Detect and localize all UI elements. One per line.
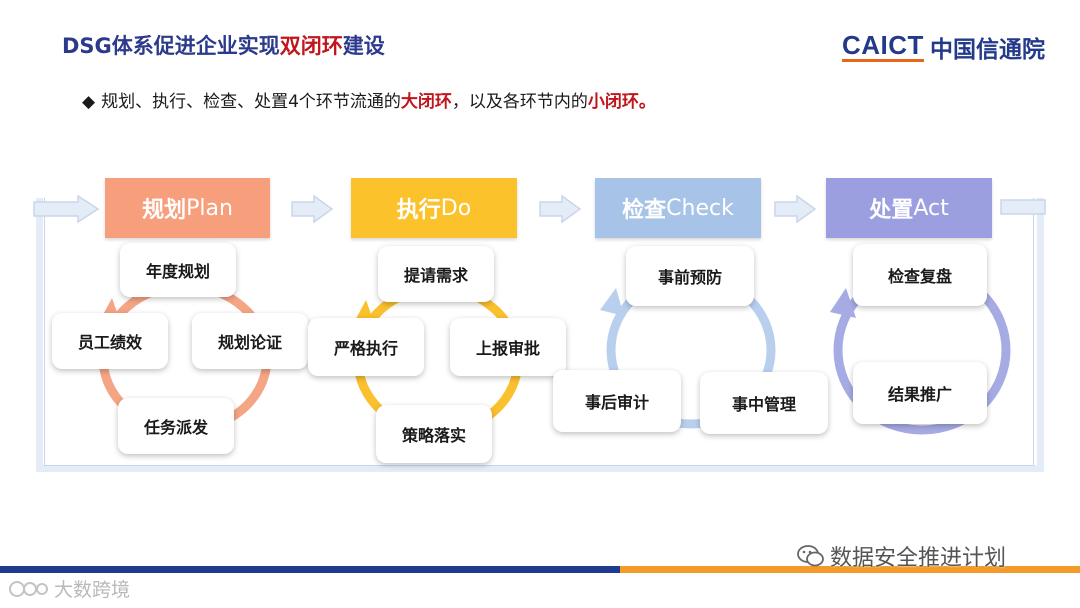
phase-plan-header: 规划 Plan [105,178,270,238]
bullet-text-2: ，以及各环节内的 [451,92,588,112]
plan-step-employee-performance: 员工绩效 [52,313,168,369]
check-step-post-audit: 事后审计 [553,370,681,432]
bullet-highlight-1: 大闭环 [400,92,452,112]
check-step-in-process-management: 事中管理 [700,372,828,434]
phase-act-header: 处置 Act [826,178,992,238]
wechat-icon [797,545,824,567]
do-step-submit-request: 提请需求 [378,246,494,302]
arrow-check-to-act-icon [774,194,817,224]
phase-check-header: 检查 Check [595,178,761,238]
phase-act-en: Act [913,195,949,221]
phase-plan-en: Plan [186,195,233,221]
bullet-text-1: 规划、执行、检查、处置4个环节流通的 [101,92,401,112]
diamond-bullet-icon: ◆ [82,92,96,112]
logo-text: CAICT [842,30,924,62]
do-step-strategy-implementation: 策略落实 [376,405,492,463]
watermark-left: 大数跨境 [8,575,130,602]
logo-cn: 中国信通院 [929,37,1045,63]
plan-step-planning-review: 规划论证 [192,313,308,369]
bullet-text-3: 。 [638,92,656,112]
do-step-strict-execution: 严格执行 [308,318,424,376]
arrow-do-to-check-icon [539,194,582,224]
loop-entry-arrow-icon [33,194,100,224]
phase-check-zh: 检查 [622,198,667,223]
wechat-account-name: 数据安全推进计划 [830,546,1007,571]
check-step-prevention: 事前预防 [626,246,754,306]
arrow-plan-to-do-icon [291,194,334,224]
wechat-watermark: 数据安全推进计划 [796,540,1006,572]
bullet-point: ◆ 规划、执行、检查、处置4个环节流通的大闭环，以及各环节内的小闭环。 [82,87,656,112]
bullet-highlight-2: 小闭环 [587,92,639,112]
loop-exit-connector-icon [1000,199,1046,215]
watermark-left-text: 大数跨境 [54,579,131,601]
caict-logo: CAICT 中国信通院 [842,30,1045,64]
phase-do-header: 执行 Do [351,178,517,238]
act-step-review: 检查复盘 [853,244,987,306]
phase-do-en: Do [440,195,472,221]
plan-step-task-dispatch: 任务派发 [118,398,234,454]
title-part1: DSG体系促进企业实现 [62,34,280,58]
phase-plan-zh: 规划 [142,198,187,223]
slide-title: DSG体系促进企业实现双闭环建设 [62,30,385,60]
watermark-logo-icon [9,580,48,597]
act-step-promotion: 结果推广 [853,362,987,424]
title-part2: 建设 [342,34,385,58]
phase-do-zh: 执行 [396,198,441,223]
plan-step-annual-planning: 年度规划 [120,243,236,297]
title-highlight: 双闭环 [279,34,343,58]
do-step-report-approval: 上报审批 [450,318,566,376]
footer-strip [0,573,1080,608]
phase-act-zh: 处置 [869,198,914,223]
phase-check-en: Check [666,195,734,221]
